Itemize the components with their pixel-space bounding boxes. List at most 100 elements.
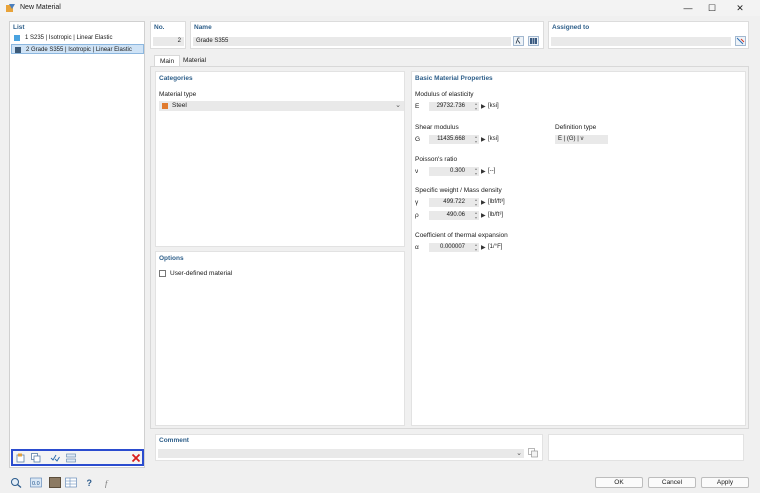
help-icon[interactable]: ? — [84, 477, 96, 488]
svg-text:0.0: 0.0 — [32, 481, 40, 487]
material-type-dropdown[interactable]: Steel ⌄ — [159, 101, 404, 111]
chevron-down-icon: ⌄ — [395, 102, 401, 109]
material-type-value: Steel — [172, 102, 187, 109]
new-item-icon[interactable] — [16, 453, 26, 463]
list-toolbar — [11, 449, 144, 466]
library-icon[interactable] — [528, 36, 539, 46]
user-defined-checkbox[interactable] — [159, 270, 166, 277]
poisson-label: Poisson's ratio — [415, 156, 458, 163]
app-icon — [6, 4, 15, 12]
thermal-value: 0.000007 — [439, 244, 465, 250]
formula-icon[interactable]: f — [103, 477, 115, 488]
arrow-right-icon[interactable]: ▶ — [481, 103, 486, 110]
cancel-button[interactable]: Cancel — [648, 477, 696, 488]
close-button[interactable]: ✕ — [728, 2, 752, 14]
material-color-icon — [162, 103, 168, 109]
arrow-right-icon[interactable]: ▶ — [481, 168, 486, 175]
shear-symbol: G — [415, 136, 421, 143]
main-tab-content: Categories Material type Steel ⌄ Options… — [150, 66, 749, 429]
mass-density-unit: [lb/ft³] — [488, 212, 504, 218]
arrow-right-icon[interactable]: ▶ — [481, 212, 486, 219]
definition-type-label: Definition type — [555, 124, 597, 131]
search-icon[interactable] — [10, 477, 22, 488]
list-item-selected[interactable]: 2 Grade S355 | Isotropic | Linear Elasti… — [11, 44, 144, 54]
modulus-symbol: E — [415, 103, 420, 110]
minimize-button[interactable]: — — [676, 2, 700, 14]
thermal-unit: [1/°F] — [488, 244, 503, 250]
spinner-icon[interactable]: ▴ ▾ — [475, 134, 477, 144]
categories-section: Categories Material type Steel ⌄ — [155, 71, 405, 247]
material-list-panel: List 1 S235 | Isotropic | Linear Elastic… — [9, 21, 145, 468]
thermal-input[interactable]: 0.000007 ▴ ▾ — [429, 242, 479, 252]
assigned-header: Assigned to — [552, 24, 590, 31]
spinner-icon[interactable]: ▴ ▾ — [475, 166, 477, 176]
rho-symbol: ρ — [415, 212, 419, 219]
arrow-right-icon[interactable]: ▶ — [481, 136, 486, 143]
shear-label: Shear modulus — [415, 124, 459, 131]
mass-density-input[interactable]: 490.06 ▴ ▾ — [429, 210, 479, 220]
color-icon[interactable] — [49, 477, 61, 488]
window-title: New Material — [20, 4, 61, 11]
value-units-icon[interactable]: 0.0 — [30, 477, 42, 488]
spinner-icon[interactable]: ▴ ▾ — [475, 242, 477, 252]
modulus-value: 29732.736 — [436, 103, 465, 109]
delete-icon[interactable] — [131, 453, 141, 463]
svg-text:f: f — [105, 478, 109, 488]
definition-type-field[interactable]: E | (G) | ν — [555, 135, 608, 144]
check-list-icon[interactable] — [50, 453, 60, 463]
copy-comment-icon[interactable] — [528, 448, 539, 458]
spinner-icon[interactable]: ▴ ▾ — [475, 197, 477, 207]
select-objects-icon[interactable] — [735, 36, 746, 46]
shear-value: 11435.668 — [437, 136, 465, 142]
list-item[interactable]: 1 S235 | Isotropic | Linear Elastic — [11, 33, 144, 43]
chevron-down-icon[interactable]: ⌄ — [516, 449, 522, 458]
ok-button[interactable]: OK — [595, 477, 643, 488]
categories-header: Categories — [159, 75, 193, 82]
apply-button[interactable]: Apply — [701, 477, 749, 488]
modulus-input[interactable]: 29732.736 ▴ ▾ — [429, 101, 479, 111]
filter-list-icon[interactable] — [66, 453, 76, 463]
options-header: Options — [159, 255, 184, 262]
specific-weight-unit: [lbf/ft³] — [488, 199, 505, 205]
weight-label: Specific weight / Mass density — [415, 187, 502, 194]
alpha-symbol: α — [415, 244, 419, 251]
options-section: Options User-defined material — [155, 251, 405, 426]
number-header: No. — [154, 24, 165, 31]
shear-unit: [ksi] — [488, 136, 499, 142]
specific-weight-input[interactable]: 499.722 ▴ ▾ — [429, 197, 479, 207]
comment-header: Comment — [159, 437, 189, 444]
arrow-right-icon[interactable]: ▶ — [481, 244, 486, 251]
name-section: Name Grade S355 — [190, 21, 544, 49]
comment-side-panel — [548, 434, 744, 461]
list-header: List — [13, 24, 25, 31]
copy-item-icon[interactable] — [31, 453, 41, 463]
shear-input[interactable]: 11435.668 ▴ ▾ — [429, 134, 479, 144]
basic-properties-header: Basic Material Properties — [415, 75, 493, 82]
poisson-value: 0.300 — [449, 168, 465, 174]
number-field[interactable]: 2 — [153, 37, 184, 46]
spinner-icon[interactable]: ▴ ▾ — [475, 210, 477, 220]
list-item-label: 2 Grade S355 | Isotropic | Linear Elasti… — [26, 47, 132, 53]
comment-input[interactable]: ⌄ — [158, 449, 524, 458]
material-color-swatch — [14, 35, 20, 41]
modulus-label: Modulus of elasticity — [415, 91, 474, 98]
material-type-label: Material type — [159, 91, 197, 98]
poisson-unit: [--] — [488, 168, 496, 174]
arrow-right-icon[interactable]: ▶ — [481, 199, 486, 206]
comment-section: Comment ⌄ — [155, 434, 543, 461]
mass-density-value: 490.06 — [446, 212, 465, 218]
info-table-icon[interactable] — [65, 477, 77, 488]
title-bar: New Material — ☐ ✕ — [0, 0, 760, 16]
edit-name-icon[interactable] — [513, 36, 524, 46]
poisson-input[interactable]: 0.300 ▴ ▾ — [429, 166, 479, 176]
spinner-icon[interactable]: ▴ ▾ — [475, 101, 477, 111]
maximize-button[interactable]: ☐ — [700, 2, 724, 14]
specific-weight-value: 499.722 — [443, 199, 465, 205]
modulus-unit: [ksi] — [488, 103, 499, 109]
assigned-field[interactable] — [551, 37, 731, 46]
name-field[interactable]: Grade S355 — [193, 37, 511, 46]
basic-properties-section: Basic Material Properties Modulus of ela… — [411, 71, 746, 426]
svg-text:?: ? — [87, 478, 93, 488]
poisson-symbol: ν — [415, 168, 419, 175]
list-item-label: 1 S235 | Isotropic | Linear Elastic — [25, 35, 113, 41]
